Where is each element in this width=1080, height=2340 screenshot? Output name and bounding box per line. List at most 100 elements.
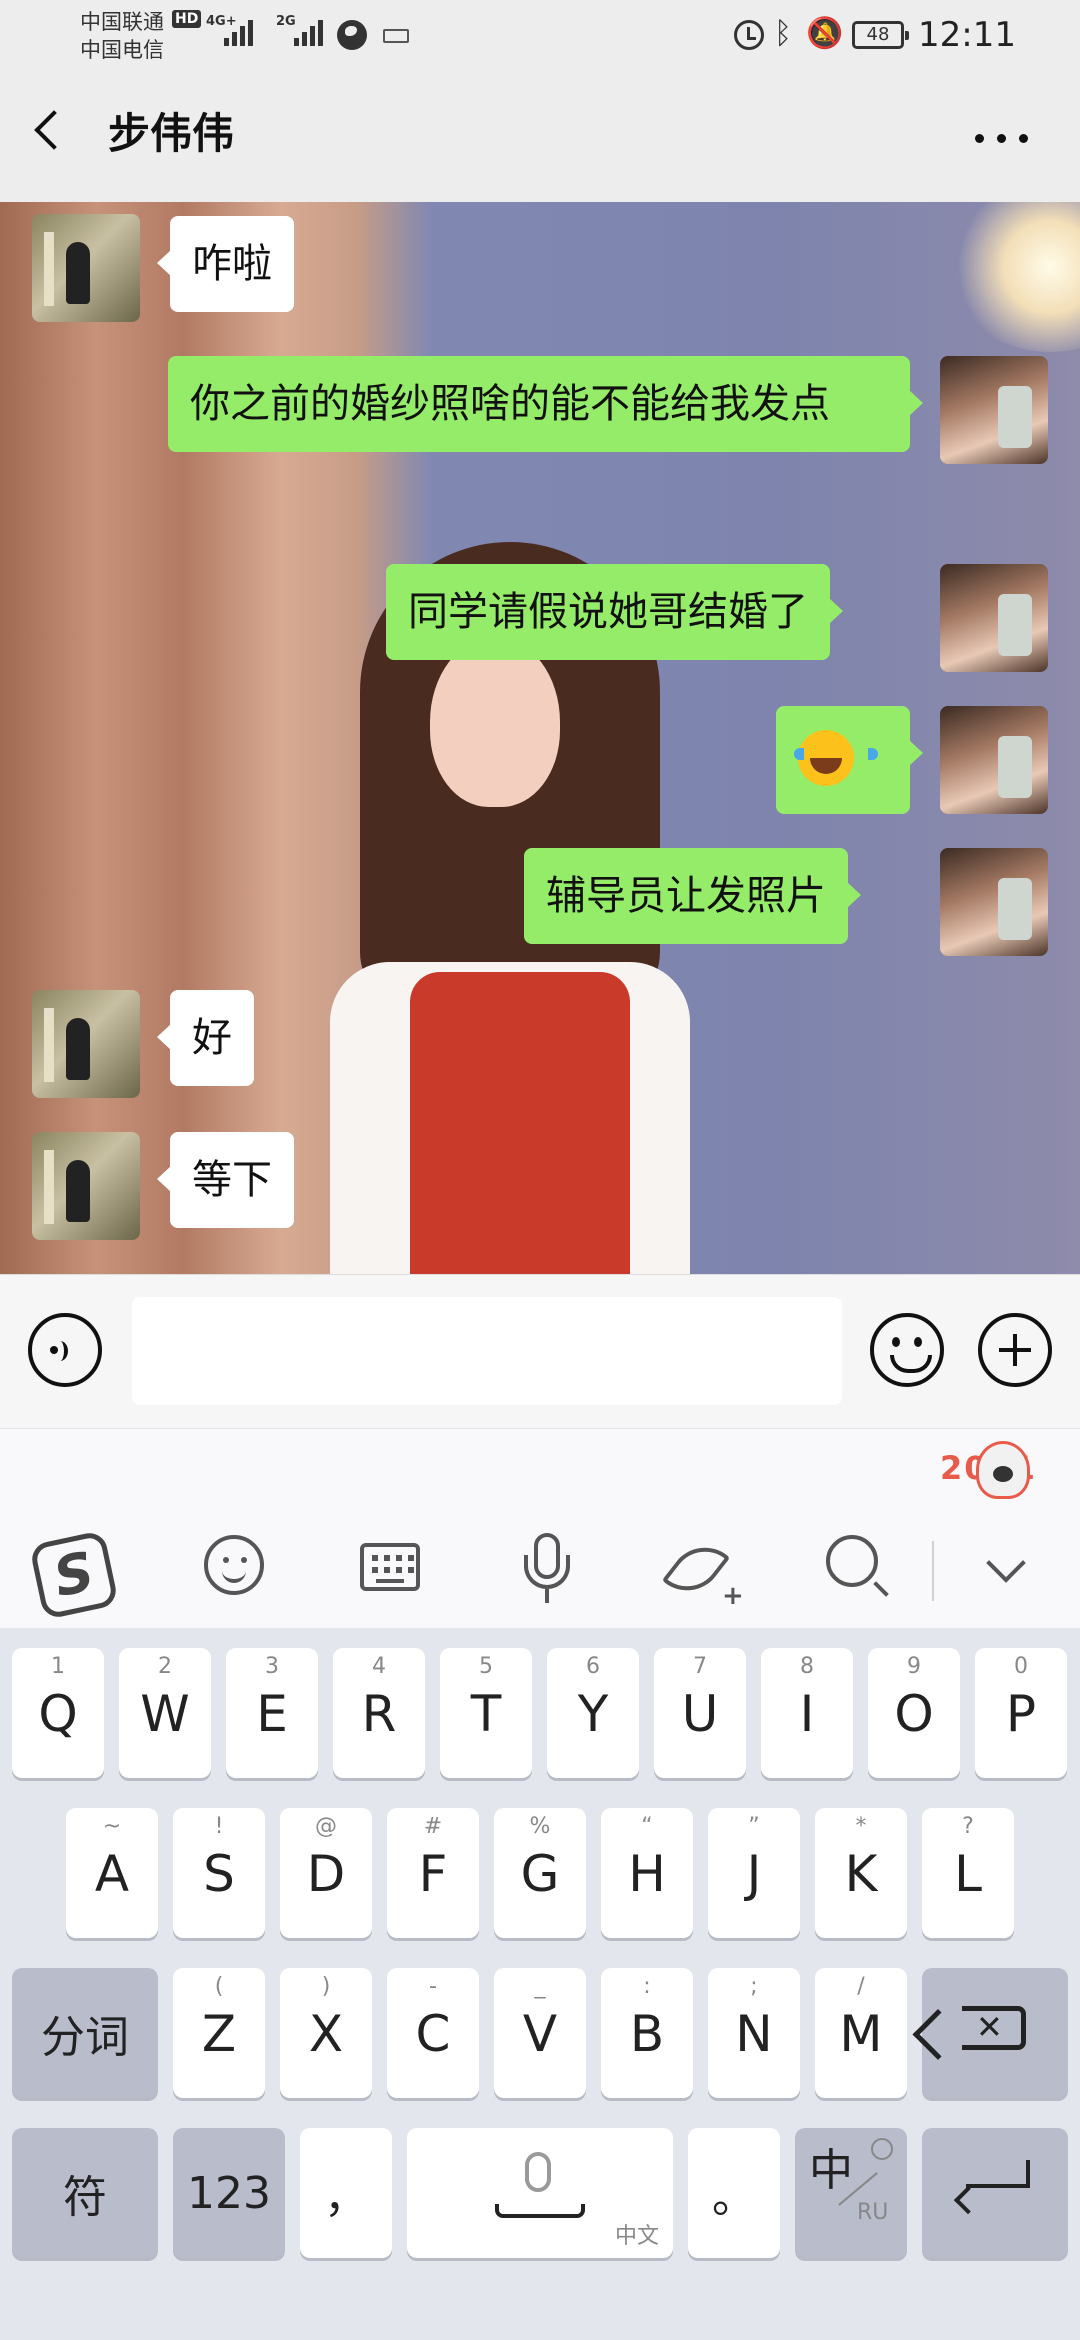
key-f[interactable]: # F [387,1808,479,1938]
my-avatar[interactable] [940,706,1048,814]
period-key[interactable]: 。 [688,2128,780,2258]
numbers-key[interactable]: 123 [173,2128,285,2258]
globe-small-icon [871,2138,893,2160]
space-key[interactable]: 中文 [407,2128,673,2258]
key-k[interactable]: * K [815,1808,907,1938]
key-label: N [735,2005,773,2063]
ime-mic-icon[interactable] [512,1529,602,1619]
key-r[interactable]: 4R [333,1648,425,1778]
key-label: X [308,2005,344,2063]
key-label: 分词 [41,2012,129,2063]
message-bubble[interactable]: 咋啦 [157,216,294,312]
key-t[interactable]: 5T [440,1648,532,1778]
key-sub: ? [962,1814,974,1839]
collapse-chevron-icon[interactable] [986,1543,1026,1583]
message-bubble[interactable]: 好 [157,990,254,1086]
key-label: W [140,1685,190,1743]
message-bubble[interactable] [776,706,923,814]
message-bubble[interactable]: 同学请假说她哥结婚了 [386,564,843,660]
ime-search-icon[interactable] [820,1529,910,1619]
key-sub: _ [534,1974,546,1999]
key-label: L [954,1845,982,1903]
emoji-icon[interactable] [870,1313,944,1387]
key-v[interactable]: _ V [494,1968,586,2098]
key-label: Q [38,1685,78,1743]
fenci-key[interactable]: 分词 [12,1968,158,2098]
input-bar [0,1274,1080,1428]
friend-avatar[interactable] [32,1132,140,1240]
key-b[interactable]: :B [601,1968,693,2098]
more-dots-icon[interactable] [975,134,1031,144]
key-a[interactable]: ~ A [66,1808,158,1938]
chat-background-light [950,202,1080,352]
key-sub: ; [750,1974,758,1999]
symbol-key[interactable]: 符 [12,2128,158,2258]
key-label: I [799,1685,815,1743]
keyboard-status-icon [383,29,409,43]
key-d[interactable]: @ D [280,1808,372,1938]
message-bubble[interactable]: 辅导员让发照片 [524,848,861,944]
voice-input-icon[interactable] [28,1313,102,1387]
key-m[interactable]: / M [815,1968,907,2098]
key-sub: - [429,1974,437,1999]
lang-sub-label: RU [857,2200,889,2225]
enter-key[interactable] [922,2128,1068,2258]
sogou-logo-icon[interactable]: S [28,1529,120,1621]
ime-keyboard-icon[interactable] [356,1529,446,1619]
message-bubble[interactable]: 等下 [157,1132,294,1228]
key-n[interactable]: ; N [708,1968,800,2098]
status-bar: 中国联通 中国电信 HD 4G+ 2G ᛒ 🔕 48 12:11 [0,0,1080,70]
chat-title: 步伟伟 [108,109,235,158]
language-switch-key[interactable]: 中 RU [795,2128,907,2258]
my-avatar[interactable] [940,356,1048,464]
key-label: G [520,1845,560,1903]
key-s[interactable]: ! S [173,1808,265,1938]
key-q[interactable]: 1Q [12,1648,104,1778]
key-label: O [894,1685,934,1743]
key-o[interactable]: 9O [868,1648,960,1778]
key-p[interactable]: 0P [975,1648,1067,1778]
key-sub: ( [214,1974,224,1999]
friend-avatar[interactable] [32,990,140,1098]
message-input[interactable] [132,1297,842,1405]
key-label: Z [201,2005,237,2063]
backspace-key[interactable] [922,1968,1068,2098]
laughing-tears-emoji [794,730,878,786]
my-avatar[interactable] [940,564,1048,672]
chat-area[interactable]: 咋啦 你之前的婚纱照啥的能不能给我发点 同学请假说她哥结婚了 辅导员让发照片 好… [0,202,1080,1274]
my-avatar[interactable] [940,848,1048,956]
key-sub: % [529,1814,551,1839]
key-l[interactable]: ? L [922,1808,1014,1938]
key-e[interactable]: 3E [226,1648,318,1778]
ime-toolbar: 2021 S + [0,1428,1080,1628]
friend-avatar[interactable] [32,214,140,322]
key-sub: @ [315,1814,337,1839]
mascot-icon[interactable] [976,1441,1030,1499]
key-sub: ” [748,1814,760,1839]
key-label: H [628,1845,666,1903]
key-label: C [415,2005,451,2063]
key-j[interactable]: ” J [708,1808,800,1938]
ime-emoji-icon[interactable] [198,1529,288,1619]
key-u[interactable]: 7U [654,1648,746,1778]
key-y[interactable]: 6Y [547,1648,639,1778]
key-sub: 8 [800,1654,814,1679]
key-w[interactable]: 2W [119,1648,211,1778]
key-x[interactable]: ) X [280,1968,372,2098]
key-label: P [1005,1685,1037,1743]
ime-handwriting-icon[interactable]: + [661,1529,756,1619]
key-sub: 6 [586,1654,600,1679]
key-i[interactable]: 8I [761,1648,853,1778]
key-z[interactable]: (Z [173,1968,265,2098]
message-bubble[interactable]: 你之前的婚纱照啥的能不能给我发点 [168,356,923,452]
key-sub: # [423,1814,443,1839]
carrier-2: 中国电信 [80,38,164,62]
key-g[interactable]: % G [494,1808,586,1938]
key-label: D [306,1845,346,1903]
key-label: B [629,2005,665,2063]
key-c[interactable]: -C [387,1968,479,2098]
key-h[interactable]: “H [601,1808,693,1938]
back-arrow-icon[interactable] [34,110,74,150]
plus-icon[interactable] [978,1313,1052,1387]
comma-key[interactable]: ， [300,2128,392,2258]
